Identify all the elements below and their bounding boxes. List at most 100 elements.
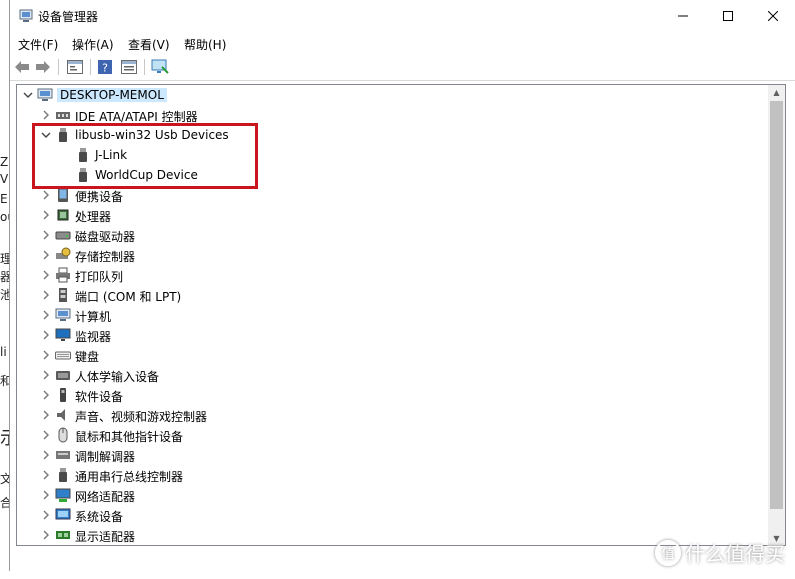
chevron-right-icon[interactable] bbox=[39, 327, 53, 343]
device-label: 通用串行总线控制器 bbox=[75, 470, 184, 484]
chevron-right-icon[interactable] bbox=[39, 507, 53, 523]
device-label: 键盘 bbox=[75, 350, 100, 364]
device-category[interactable]: 监视器 bbox=[17, 325, 777, 345]
device-category[interactable]: 计算机 bbox=[17, 305, 777, 325]
usb-device-icon bbox=[79, 148, 87, 162]
device-label: 存储控制器 bbox=[75, 250, 136, 264]
device-category[interactable]: 端口 (COM 和 LPT) bbox=[17, 285, 777, 305]
tree-root-row[interactable]: DESKTOP-MEMOL bbox=[17, 85, 777, 105]
port-icon bbox=[59, 288, 67, 302]
device-category[interactable]: 人体学输入设备 bbox=[17, 365, 777, 385]
chevron-right-icon[interactable] bbox=[39, 447, 53, 463]
chevron-right-icon[interactable] bbox=[39, 347, 53, 363]
title-bar[interactable]: 设备管理器 bbox=[10, 0, 795, 32]
device-label: 监视器 bbox=[75, 330, 112, 344]
properties-button[interactable] bbox=[66, 58, 84, 76]
help-button[interactable]: ? bbox=[96, 58, 114, 76]
device-category[interactable]: 键盘 bbox=[17, 345, 777, 365]
storage-controller-icon bbox=[56, 247, 71, 259]
watermark-text: 什么值得买 bbox=[685, 542, 785, 566]
window-title: 设备管理器 bbox=[38, 10, 99, 24]
device-category[interactable]: 鼠标和其他指针设备 bbox=[17, 425, 777, 445]
help-icon: ? bbox=[98, 60, 112, 75]
device-category[interactable]: 磁盘驱动器 bbox=[17, 225, 777, 245]
chevron-right-icon[interactable] bbox=[39, 187, 53, 203]
watermark-logo-icon: 值 bbox=[655, 539, 681, 566]
device-category[interactable]: 打印队列 bbox=[17, 265, 777, 285]
chevron-right-icon[interactable] bbox=[39, 207, 53, 223]
monitor-scan-icon bbox=[151, 59, 169, 74]
device-label: 网络适配器 bbox=[75, 490, 136, 504]
portable-device-icon bbox=[58, 188, 68, 202]
device-label: 显示适配器 bbox=[75, 530, 136, 544]
ide-controller-icon bbox=[56, 112, 70, 119]
computer-icon bbox=[37, 88, 53, 101]
chevron-right-icon[interactable] bbox=[39, 267, 53, 283]
hid-icon bbox=[56, 371, 70, 380]
chevron-right-icon[interactable] bbox=[39, 307, 53, 323]
disk-drive-icon bbox=[55, 231, 71, 240]
chevron-right-icon[interactable] bbox=[39, 387, 53, 403]
device-node[interactable]: J-Link bbox=[17, 145, 777, 165]
software-device-icon bbox=[60, 388, 66, 402]
scrollbar-thumb[interactable] bbox=[770, 101, 783, 509]
chevron-right-icon[interactable] bbox=[39, 527, 53, 543]
device-label: 计算机 bbox=[75, 310, 112, 324]
close-button[interactable] bbox=[750, 0, 795, 32]
chevron-down-icon[interactable] bbox=[21, 87, 35, 103]
device-label: 人体学输入设备 bbox=[75, 370, 160, 384]
vertical-scrollbar[interactable]: ▲ ▼ bbox=[768, 85, 785, 545]
menu-view[interactable]: 查看(V) bbox=[128, 36, 170, 53]
chevron-right-icon[interactable] bbox=[39, 367, 53, 383]
scan-hardware-button[interactable] bbox=[151, 58, 169, 76]
usb-controller-icon bbox=[59, 468, 67, 482]
device-tree[interactable]: DESKTOP-MEMOL IDE ATA/ATAPI 控制器 libusb-wi… bbox=[16, 84, 786, 546]
toolbar: ? bbox=[10, 54, 795, 81]
back-button[interactable] bbox=[13, 58, 31, 76]
chevron-right-icon[interactable] bbox=[39, 227, 53, 243]
device-category[interactable]: 存储控制器 bbox=[17, 245, 777, 265]
chevron-right-icon[interactable] bbox=[39, 467, 53, 483]
minimize-button[interactable] bbox=[660, 0, 705, 32]
device-category[interactable]: 通用串行总线控制器 bbox=[17, 465, 777, 485]
device-label: 便携设备 bbox=[75, 190, 124, 204]
system-device-icon bbox=[55, 508, 71, 520]
scroll-up-icon[interactable]: ▲ bbox=[768, 85, 785, 99]
chevron-right-icon[interactable] bbox=[39, 287, 53, 303]
device-label: 磁盘驱动器 bbox=[75, 230, 136, 244]
maximize-button[interactable] bbox=[705, 0, 750, 32]
menu-action[interactable]: 操作(A) bbox=[72, 36, 114, 53]
computer-icon bbox=[55, 308, 71, 321]
menu-file[interactable]: 文件(F) bbox=[18, 36, 58, 53]
tree-root-label: DESKTOP-MEMOL bbox=[57, 88, 167, 102]
device-category[interactable]: 处理器 bbox=[17, 205, 777, 225]
display-adapter-icon bbox=[56, 531, 70, 539]
device-label: WorldCup Device bbox=[95, 168, 198, 182]
menu-help[interactable]: 帮助(H) bbox=[184, 36, 226, 53]
device-category[interactable]: 便携设备 bbox=[17, 185, 777, 205]
forward-button[interactable] bbox=[34, 58, 52, 76]
forward-arrow-icon bbox=[36, 61, 50, 73]
chevron-right-icon[interactable] bbox=[39, 427, 53, 443]
chevron-right-icon[interactable] bbox=[39, 407, 53, 423]
view-button[interactable] bbox=[120, 58, 138, 76]
svg-text:?: ? bbox=[102, 62, 108, 75]
chevron-right-icon[interactable] bbox=[39, 247, 53, 263]
chevron-right-icon[interactable] bbox=[39, 487, 53, 503]
device-category[interactable]: 网络适配器 bbox=[17, 485, 777, 505]
device-category[interactable]: 系统设备 bbox=[17, 505, 777, 525]
device-node[interactable]: WorldCup Device bbox=[17, 165, 777, 185]
device-category[interactable]: libusb-win32 Usb Devices bbox=[17, 125, 777, 145]
device-category[interactable]: 调制解调器 bbox=[17, 445, 777, 465]
speaker-icon bbox=[57, 409, 65, 421]
chevron-right-icon[interactable] bbox=[39, 107, 53, 123]
device-label: 声音、视频和游戏控制器 bbox=[75, 410, 208, 424]
monitor-icon bbox=[55, 328, 71, 341]
device-label: 鼠标和其他指针设备 bbox=[75, 430, 184, 444]
device-label: 处理器 bbox=[75, 210, 112, 224]
device-category[interactable]: IDE ATA/ATAPI 控制器 bbox=[17, 105, 777, 125]
device-category[interactable]: 声音、视频和游戏控制器 bbox=[17, 405, 777, 425]
device-label: IDE ATA/ATAPI 控制器 bbox=[75, 110, 198, 124]
chevron-down-icon[interactable] bbox=[39, 127, 53, 143]
device-category[interactable]: 软件设备 bbox=[17, 385, 777, 405]
